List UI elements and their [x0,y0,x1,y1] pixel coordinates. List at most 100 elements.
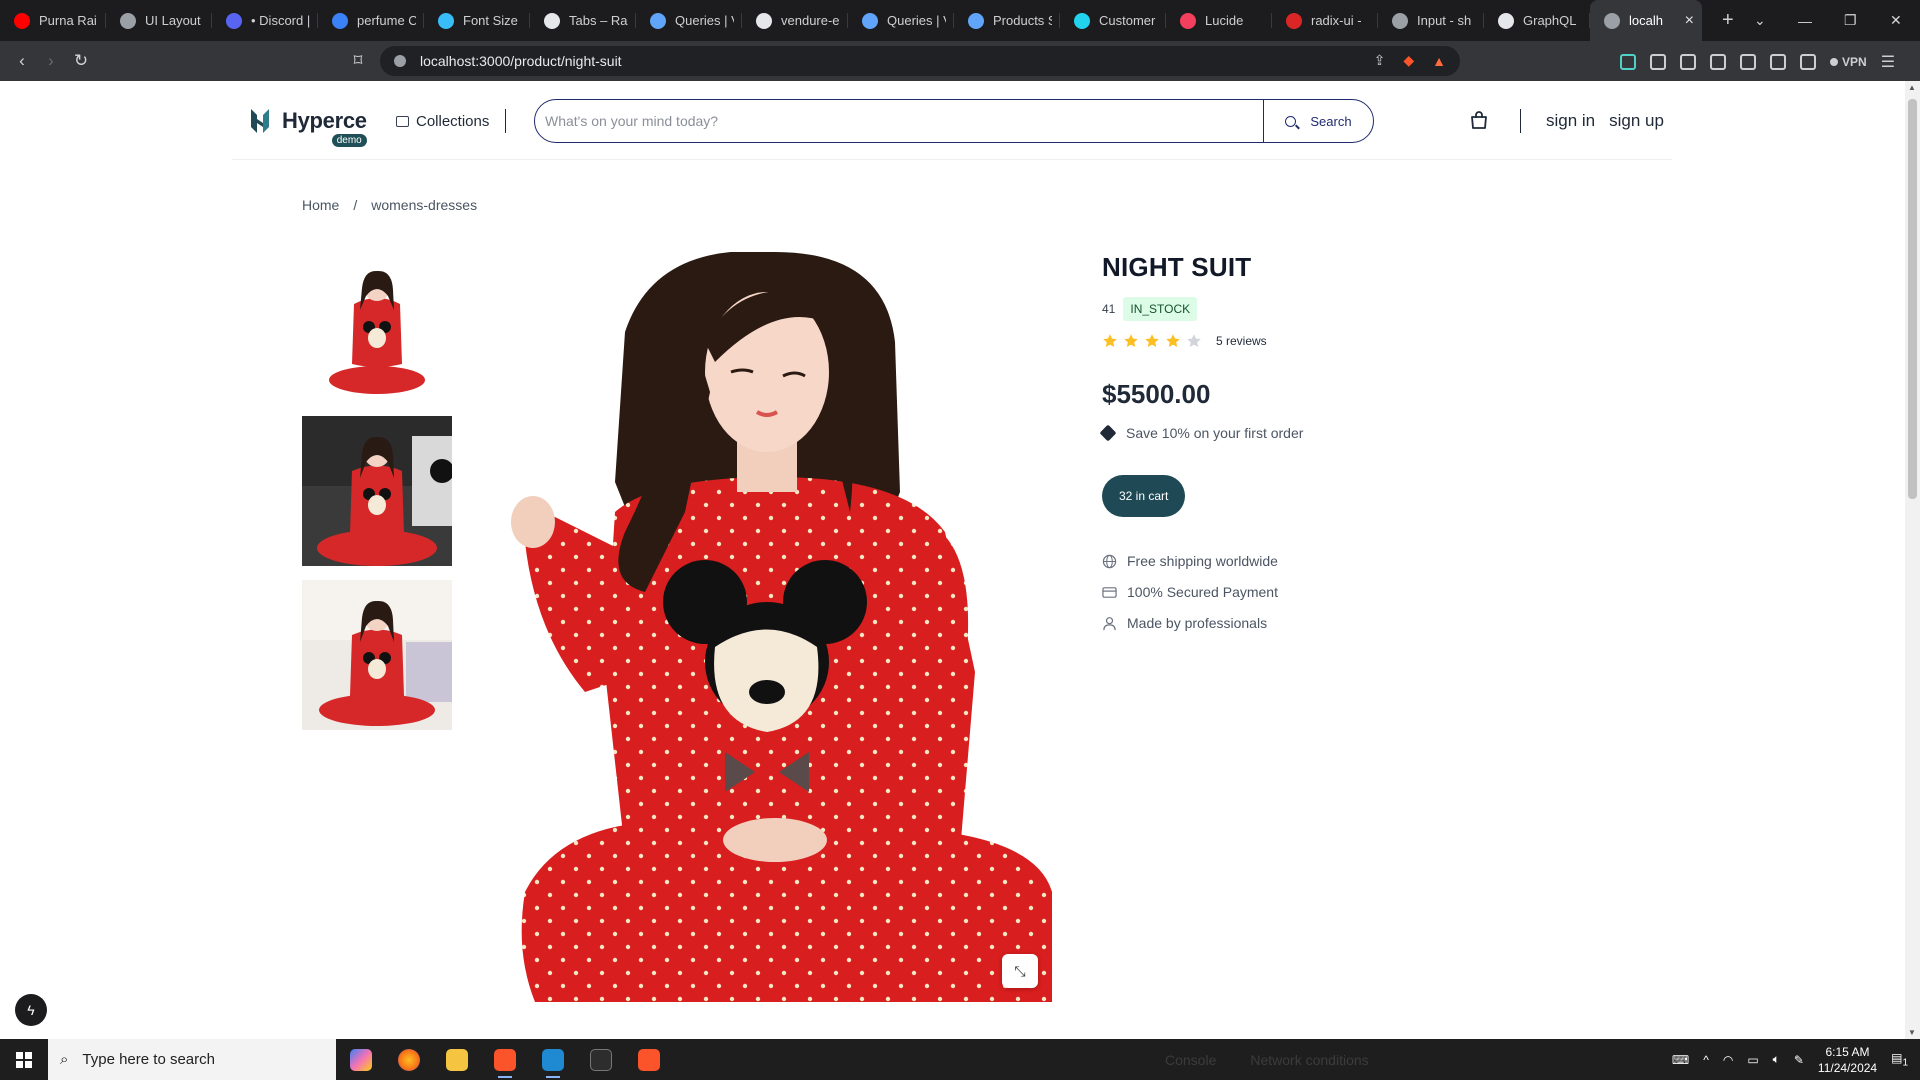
tab-search-icon[interactable]: ⌄ [1754,0,1766,41]
clock[interactable]: 6:15 AM 11/24/2024 [1818,1044,1877,1076]
browser-tab[interactable]: Customer [1060,0,1166,41]
search-input[interactable] [535,100,1263,142]
sign-up-link[interactable]: sign up [1609,111,1664,131]
browser-tab[interactable]: UI Layout [106,0,212,41]
globe-icon [1102,554,1117,568]
start-button[interactable] [0,1039,48,1080]
tab-title: Purna Rai [39,13,97,28]
tab-title: Tabs – Rad [569,13,628,28]
vpn-button[interactable]: VPN [1830,55,1867,69]
site-logo[interactable]: Hyperce demo [248,105,367,147]
brave-browser-app-2[interactable] [634,1039,664,1080]
dev-tools-bolt-button[interactable]: ϟ [15,994,47,1026]
browser-tab[interactable]: radix-ui - [1272,0,1378,41]
menu-icon[interactable]: ☰ [1881,52,1895,72]
minimize-icon[interactable]: — [1798,0,1812,41]
brave-rewards-icon[interactable]: ▲ [1432,53,1446,69]
scroll-up-icon[interactable]: ▲ [1908,83,1916,92]
browser-tab[interactable]: Lucide [1166,0,1272,41]
terminal-app[interactable] [586,1039,616,1080]
devtools-network-tab[interactable]: Network conditions [1250,1052,1368,1068]
star-icon [1145,334,1159,347]
reload-icon[interactable]: ↻ [68,51,94,71]
product-thumbnail[interactable] [302,252,452,402]
tab-title: Customer [1099,13,1156,28]
copilot-app[interactable] [346,1039,376,1080]
scroll-down-icon[interactable]: ▼ [1908,1028,1916,1037]
file-explorer-app[interactable] [442,1039,472,1080]
address-bar[interactable]: localhost:3000/product/night-suit ⇪ ◆ ▲ [380,46,1460,76]
product-main-image[interactable] [505,252,1052,1002]
product-thumbnail[interactable] [302,580,452,730]
restore-icon[interactable]: ❐ [1844,0,1857,41]
tab-title: radix-ui - [1311,13,1362,28]
sidebar-icon[interactable] [1740,54,1756,70]
minimize-image-icon: ⤡ [1014,962,1026,979]
browser-tab[interactable]: • Discord | [212,0,318,41]
product-thumbnail[interactable] [302,416,452,566]
browser-tab[interactable]: GraphQL [1484,0,1590,41]
devtools-console-tab[interactable]: Console [1165,1052,1216,1068]
close-tab-icon[interactable]: × [1685,12,1694,30]
extension-grid-icon[interactable] [1650,54,1666,70]
firefox-app[interactable] [394,1039,424,1080]
page-scrollbar[interactable]: ▲ ▼ [1905,81,1920,1039]
browser-tab[interactable]: localh × [1590,0,1702,41]
stock-row: 41 IN_STOCK [1102,297,1602,321]
keyboard-icon[interactable]: ⌨ [1672,1053,1689,1067]
add-to-cart-button[interactable]: 32 in cart [1102,475,1186,517]
battery-icon[interactable]: ▭ [1747,1053,1758,1067]
user-icon [1103,616,1116,630]
tab-favicon-icon [862,12,878,29]
sign-in-link[interactable]: sign in [1546,111,1595,131]
extensions-puzzle-icon[interactable] [1710,54,1726,70]
breadcrumb-current[interactable]: womens-dresses [371,197,477,213]
new-tab-button[interactable]: + [1722,9,1742,32]
hyperce-logo-icon [251,109,269,133]
browser-tab[interactable]: Products S [954,0,1060,41]
browser-tab[interactable]: Queries | V [848,0,954,41]
breadcrumb-home[interactable]: Home [302,197,339,213]
star-rating [1102,333,1202,349]
extension-card-icon[interactable] [1680,54,1696,70]
browser-tab[interactable]: perfume C [318,0,424,41]
bookmark-icon[interactable]: ⌑ [345,51,371,71]
browser-tab[interactable]: Queries | V [636,0,742,41]
browser-tab[interactable]: vendure-e [742,0,848,41]
browser-tab[interactable]: Tabs – Rad [530,0,636,41]
tab-favicon-icon [332,12,348,29]
back-icon[interactable]: ‹ [9,51,35,71]
browser-tab[interactable]: Font Size [424,0,530,41]
stock-count: 41 [1102,302,1116,316]
extension-n-icon[interactable] [1620,54,1636,70]
brave-browser-app[interactable] [490,1039,520,1080]
volume-icon[interactable]: 🔈︎ [1773,1052,1780,1067]
close-window-icon[interactable]: ✕ [1890,0,1902,41]
devtools-drawer-tabs: Console Network conditions [1165,1039,1369,1080]
notification-center-icon[interactable]: ▤1 [1891,1051,1908,1068]
taskbar-search[interactable]: ⌕ Type here to search [48,1039,336,1080]
pen-icon[interactable]: ✎ [1794,1053,1804,1067]
collections-button[interactable]: Collections [396,113,489,130]
url-text[interactable]: localhost:3000/product/night-suit [420,53,622,69]
product-photo [505,252,1052,1002]
brave-shields-icon[interactable]: ◆ [1403,52,1414,69]
exit-fullscreen-button[interactable]: ⤡ [1002,954,1038,988]
scrollbar-thumb[interactable] [1908,99,1917,499]
search-button[interactable]: Search [1263,100,1373,142]
forward-icon[interactable]: › [38,51,64,71]
wallet-icon[interactable] [1770,54,1786,70]
tab-favicon-icon [756,12,772,29]
tab-title: vendure-e [781,13,840,28]
site-info-icon[interactable] [394,55,406,67]
shopping-bag-icon[interactable] [1470,111,1488,129]
leo-ai-icon[interactable] [1800,54,1816,70]
reviews-link[interactable]: 5 reviews [1216,334,1267,348]
star-icon [1103,334,1117,347]
browser-tab[interactable]: Input - sh [1378,0,1484,41]
browser-tab[interactable]: Purna Rai [0,0,106,41]
vscode-app[interactable] [538,1039,568,1080]
wifi-icon[interactable]: ◠ [1723,1053,1733,1067]
share-icon[interactable]: ⇪ [1374,52,1386,69]
show-hidden-icons-icon[interactable]: ^ [1703,1053,1709,1067]
